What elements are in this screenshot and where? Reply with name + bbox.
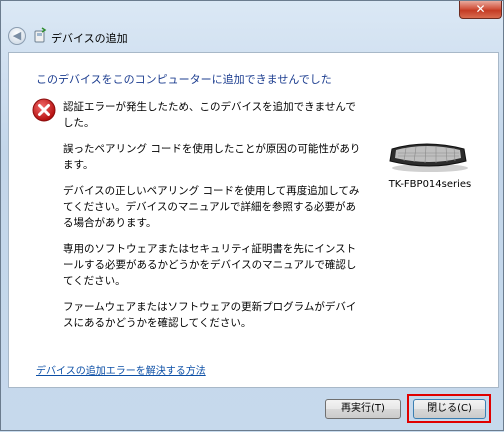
cause-paragraph: 誤ったペアリング コードを使用したことが原因の可能性があります。	[63, 143, 361, 171]
keyboard-icon	[389, 143, 468, 172]
bluetooth-device-icon	[34, 27, 47, 43]
dialog-window: ✕ ◀ デバイスの追加 このデバイスをこのコンピューターに追加できませんでした …	[0, 0, 504, 431]
advice-pairing-code: デバイスの正しいペアリング コードを使用して再度追加してみてください。デバイスの…	[63, 185, 360, 229]
device-name-label: TK-FBP014series	[388, 179, 472, 190]
close-button[interactable]: 閉じる(C)	[413, 399, 486, 419]
window-close-button[interactable]: ✕	[459, 1, 502, 19]
advice-firmware: ファームウェアまたはソフトウェアの更新プログラムがデバイスにあるかどうかを確認し…	[63, 301, 357, 329]
error-icon	[32, 98, 56, 122]
retry-button[interactable]: 再実行(T)	[325, 399, 401, 419]
back-button[interactable]: ◀	[8, 27, 26, 45]
content-panel: このデバイスをこのコンピューターに追加できませんでした 認証エラーが発生したため…	[8, 52, 499, 388]
dialog-title: デバイスの追加	[51, 32, 128, 45]
page-heading: このデバイスをこのコンピューターに追加できませんでした	[36, 73, 332, 86]
error-message: 認証エラーが発生したため、このデバイスを追加できませんでした。	[63, 101, 356, 129]
button-bar: 再実行(T) 閉じる(C)	[1, 388, 504, 432]
advice-software: 専用のソフトウェアまたはセキュリティ証明書を先にインストールする必要があるかどう…	[63, 243, 357, 287]
troubleshoot-link[interactable]: デバイスの追加エラーを解決する方法	[36, 362, 206, 377]
